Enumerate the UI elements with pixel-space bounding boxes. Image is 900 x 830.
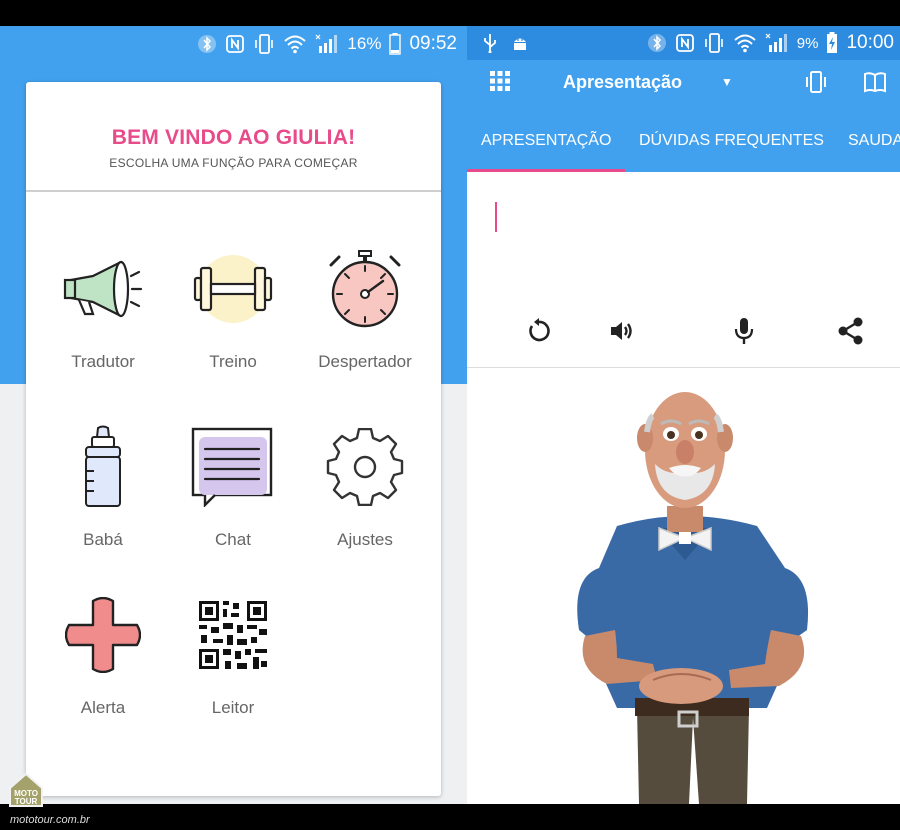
wifi-icon bbox=[283, 34, 307, 54]
baby-bottle-icon bbox=[58, 422, 148, 512]
android-icon bbox=[511, 34, 529, 52]
text-input-area[interactable] bbox=[467, 172, 900, 368]
vibrate-icon bbox=[703, 32, 725, 54]
tab-saudacoes[interactable]: SAUDA bbox=[848, 110, 900, 172]
megaphone-icon bbox=[58, 244, 148, 334]
watermark-url: mototour.com.br bbox=[10, 814, 90, 826]
book-icon[interactable] bbox=[863, 70, 887, 99]
battery-charging-icon bbox=[826, 32, 838, 54]
usb-icon bbox=[483, 33, 497, 53]
dropdown-caret-icon[interactable]: ▼ bbox=[721, 75, 733, 89]
left-phone-screen: 16% 09:52 BEM VINDO AO GIULIA! ESCOLHA U… bbox=[0, 26, 467, 804]
tile-despertador[interactable]: Despertador bbox=[296, 244, 434, 372]
tile-label: Treino bbox=[209, 352, 257, 371]
welcome-subtitle: ESCOLHA UMA FUNÇÃO PARA COMEÇAR bbox=[109, 156, 358, 170]
clock: 10:00 bbox=[846, 32, 894, 53]
qr-code-icon bbox=[188, 590, 278, 680]
tile-ajustes[interactable]: Ajustes bbox=[296, 422, 434, 550]
nfc-icon bbox=[675, 33, 695, 53]
tile-tradutor[interactable]: Tradutor bbox=[34, 244, 172, 372]
status-bar: 9% 10:00 bbox=[467, 26, 900, 60]
tab-apresentacao[interactable]: APRESENTAÇÃO bbox=[467, 110, 626, 172]
vibrate-icon bbox=[253, 33, 275, 55]
tile-alerta[interactable]: Alerta bbox=[34, 590, 172, 718]
signal-icon bbox=[765, 33, 789, 53]
apps-grid-icon[interactable] bbox=[489, 70, 511, 97]
tile-label: Ajustes bbox=[337, 530, 393, 549]
tile-label: Chat bbox=[215, 530, 251, 549]
tile-label: Leitor bbox=[211, 698, 255, 717]
tab-bar: APRESENTAÇÃO DÚVIDAS FREQUENTES SAUDA bbox=[467, 110, 900, 172]
microphone-icon[interactable] bbox=[729, 316, 759, 346]
tile-label: Babá bbox=[83, 530, 123, 549]
wifi-icon bbox=[733, 33, 757, 53]
alarm-clock-icon bbox=[320, 244, 410, 334]
mototour-logo: MOTO TOUR bbox=[8, 772, 44, 813]
battery-icon bbox=[389, 33, 402, 55]
svg-text:TOUR: TOUR bbox=[15, 797, 38, 806]
red-cross-icon bbox=[58, 590, 148, 680]
chat-bubble-icon bbox=[188, 422, 278, 512]
card-header: BEM VINDO AO GIULIA! ESCOLHA UMA FUNÇÃO … bbox=[26, 82, 441, 192]
app-bar: Apresentação ▼ bbox=[467, 60, 900, 110]
replay-icon[interactable] bbox=[524, 316, 554, 346]
tile-label: Tradutor bbox=[71, 352, 135, 371]
clock: 09:52 bbox=[409, 33, 457, 54]
signal-icon bbox=[315, 34, 339, 54]
vibration-icon[interactable] bbox=[805, 70, 827, 99]
tile-leitor[interactable]: Leitor bbox=[164, 590, 302, 718]
share-icon[interactable] bbox=[836, 316, 866, 346]
sign-language-avatar bbox=[467, 368, 900, 804]
tile-treino[interactable]: Treino bbox=[164, 244, 302, 372]
app-title[interactable]: Apresentação bbox=[563, 72, 682, 93]
right-phone-screen: 9% 10:00 Apresentação ▼ APRESENTAÇÃO DÚV… bbox=[467, 26, 900, 804]
bluetooth-icon bbox=[197, 34, 217, 54]
avatar-figure bbox=[577, 392, 809, 804]
volume-icon[interactable] bbox=[607, 316, 637, 346]
nfc-icon bbox=[225, 34, 245, 54]
tile-chat[interactable]: Chat bbox=[164, 422, 302, 550]
dumbbell-icon bbox=[188, 244, 278, 334]
tile-label: Despertador bbox=[318, 352, 412, 371]
tile-baba[interactable]: Babá bbox=[34, 422, 172, 550]
tile-label: Alerta bbox=[80, 698, 126, 717]
bluetooth-icon bbox=[647, 33, 667, 53]
welcome-card: BEM VINDO AO GIULIA! ESCOLHA UMA FUNÇÃO … bbox=[26, 82, 441, 796]
screenshot-root: 16% 09:52 BEM VINDO AO GIULIA! ESCOLHA U… bbox=[0, 0, 900, 830]
gear-icon bbox=[320, 422, 410, 512]
tab-duvidas-frequentes[interactable]: DÚVIDAS FREQUENTES bbox=[639, 110, 824, 172]
welcome-title: BEM VINDO AO GIULIA! bbox=[111, 126, 356, 149]
text-cursor bbox=[495, 202, 497, 232]
battery-percent: 9% bbox=[796, 34, 819, 52]
status-bar: 16% 09:52 bbox=[0, 26, 467, 62]
battery-percent: 16% bbox=[347, 34, 382, 53]
